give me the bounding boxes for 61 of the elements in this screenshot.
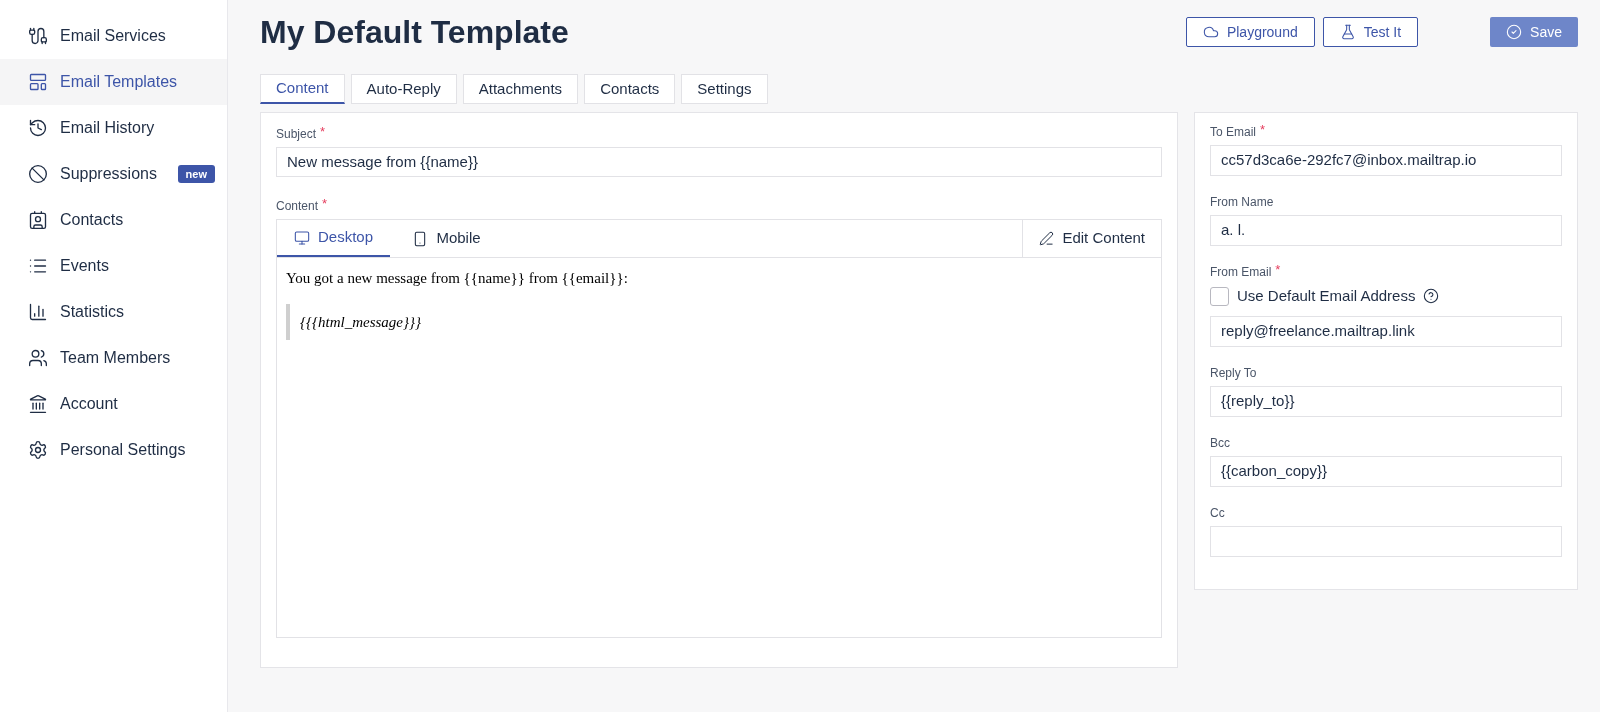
field-label: From Name [1210,194,1274,211]
sidebar-item[interactable]: Personal Settings [0,427,227,473]
checkbox[interactable] [1210,286,1229,306]
email-body-text: You got a new message from {{name}} from {{email}}: [286,269,629,288]
view-tab[interactable]: Desktop [277,220,390,257]
edit-content-button[interactable]: Edit Content [1022,220,1161,257]
field-label: Subject [276,126,317,143]
new-badge: new [177,164,215,184]
check-circle-icon [1506,24,1523,40]
plug-icon [28,26,48,46]
input-field[interactable]: cc57d3ca6e-292fc7@inbox.mailtrap.io [1210,145,1562,176]
settings-icon [28,440,48,460]
required-mark: * [322,197,328,210]
required-mark: * [1275,263,1281,276]
tab[interactable]: Attachments [462,74,579,104]
header-button[interactable]: Playground [1185,17,1315,47]
cloud-icon [1202,24,1219,40]
sidebar-item[interactable]: Email Templates [0,59,227,105]
save-button[interactable]: Save [1490,17,1578,47]
tab[interactable]: Settings [681,74,768,104]
input-field[interactable]: reply@freelance.mailtrap.link [1210,315,1562,347]
sidebar-item[interactable]: Email History [0,105,227,151]
input-field[interactable]: {{reply_to}} [1210,385,1562,417]
required-mark: * [320,125,326,138]
view-tab[interactable]: Mobile [390,220,503,257]
field-label: Reply To [1210,364,1257,382]
field-label: From Email [1210,264,1272,281]
tab[interactable]: Content [260,74,345,104]
help-icon [1423,288,1440,305]
sidebar-item[interactable]: Events [0,243,227,289]
sidebar-item[interactable]: Statistics [0,289,227,335]
field-label: Content [276,198,319,215]
monitor-icon [294,229,310,246]
clock-icon [28,118,48,138]
input-field[interactable]: {{carbon_copy}} [1210,455,1562,487]
contact-card-icon [28,210,48,230]
required-mark: * [1260,123,1266,136]
subject-input[interactable]: New message from {{name}} [276,147,1162,177]
tab[interactable]: Auto-Reply [350,74,457,104]
field-label: Bcc [1210,434,1230,452]
field-label: To Email [1210,124,1256,141]
bar-chart-icon [28,302,48,322]
input-field[interactable]: a. l. [1210,215,1562,246]
ban-icon [28,164,48,184]
pencil-icon [1039,231,1055,246]
quoted-text: {{{html_message}}} [300,312,422,332]
sidebar-item[interactable]: Email Services [0,13,227,59]
tab[interactable]: Contacts [584,74,676,104]
bank-icon [28,394,48,414]
sidebar-item[interactable]: Suppressions new [0,151,227,197]
flask-icon [1339,24,1356,40]
sidebar-item[interactable]: Team Members [0,335,227,381]
checkbox-label: Use Default Email Address [1237,286,1416,306]
input-field[interactable] [1210,525,1562,557]
header-button[interactable]: Test It [1322,17,1419,47]
users-icon [28,348,48,368]
sidebar-item[interactable]: Contacts [0,197,227,243]
field-label: Cc [1210,504,1225,522]
sidebar-item[interactable]: Account [0,381,227,427]
page-title: My Default Template [260,13,570,52]
grid-icon [28,72,48,92]
